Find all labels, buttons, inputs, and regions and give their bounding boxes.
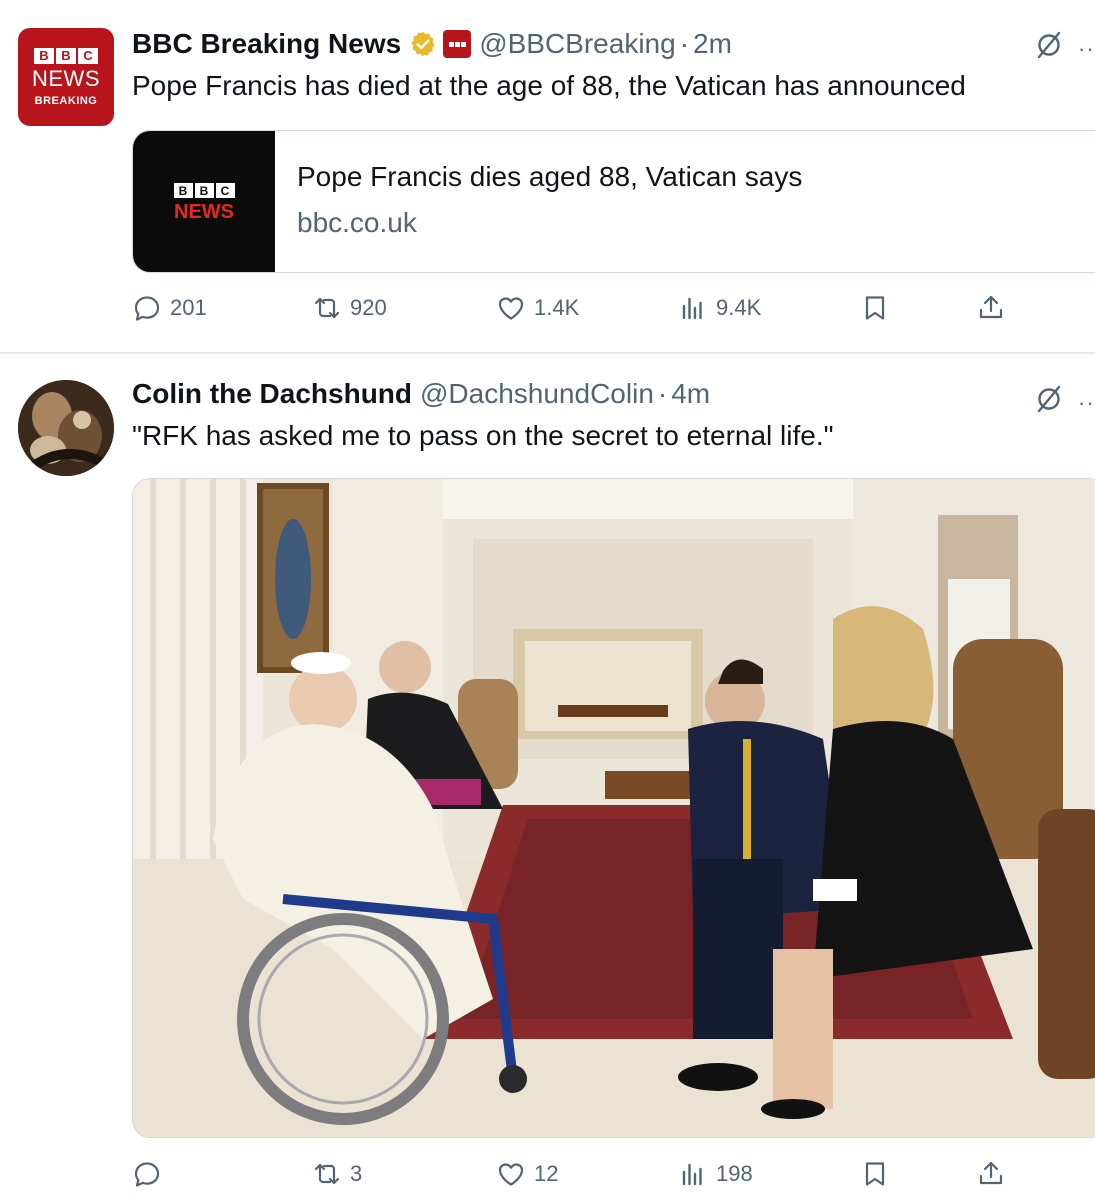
tweet-text: Pope Francis has died at the age of 88, … <box>132 70 966 101</box>
repost-icon <box>314 1163 340 1185</box>
author-name[interactable]: BBC Breaking News <box>132 28 401 60</box>
avatar[interactable] <box>18 380 114 476</box>
reply-button[interactable]: 201 <box>132 288 207 328</box>
card-thumbnail: B B C NEWS <box>133 131 275 272</box>
reply-icon <box>134 1162 160 1187</box>
link-card[interactable]: B B C NEWS Pope Francis dies aged 88, Va… <box>132 130 1095 273</box>
tweet-photo[interactable] <box>132 478 1095 1138</box>
repost-count: 920 <box>350 295 387 320</box>
views-icon <box>682 1163 702 1186</box>
tweet-colin[interactable]: Colin the Dachshund @DachshundColin · 4m… <box>0 354 1095 1200</box>
author-name[interactable]: Colin the Dachshund <box>132 378 412 410</box>
bookmark-button[interactable] <box>860 288 890 328</box>
grok-icon[interactable] <box>1034 30 1064 60</box>
action-bar: 201 920 1.4K 9.4K <box>0 288 1095 328</box>
separator: · <box>657 378 668 409</box>
bbc-block: B <box>194 183 214 198</box>
bookmark-button[interactable] <box>860 1154 890 1194</box>
timestamp[interactable]: 4m <box>671 378 710 410</box>
views-icon <box>682 297 702 320</box>
card-title: Pope Francis dies aged 88, Vatican says <box>297 161 803 192</box>
reply-button[interactable] <box>132 1154 170 1194</box>
repost-button[interactable]: 3 <box>312 1154 362 1194</box>
card-domain: bbc.co.uk <box>297 207 417 238</box>
repost-count: 3 <box>350 1161 363 1186</box>
like-count: 1.4K <box>534 295 580 320</box>
repost-icon <box>314 297 340 319</box>
reply-count: 201 <box>170 295 207 320</box>
timestamp[interactable]: 2m <box>693 28 732 60</box>
views-count: 198 <box>716 1161 753 1186</box>
like-icon <box>498 1163 524 1186</box>
bbc-block: B <box>56 47 76 64</box>
tweet-header: Colin the Dachshund @DachshundColin · 4m <box>132 374 710 414</box>
card-news-label: NEWS <box>174 201 234 223</box>
verified-gold-badge-icon[interactable] <box>409 30 437 58</box>
author-handle[interactable]: @DachshundColin <box>420 378 654 410</box>
bbc-block: C <box>78 47 98 64</box>
author-handle[interactable]: @BBCBreaking <box>479 28 676 60</box>
tweet-header: BBC Breaking News @BBCBreaking · 2m <box>132 24 732 64</box>
like-icon <box>498 297 524 320</box>
avatar-painting-image <box>18 380 114 476</box>
avatar[interactable]: B B C NEWS BREAKING <box>18 28 114 126</box>
bbc-logo-blocks: B B C <box>34 47 98 64</box>
tweet-bbc[interactable]: B B C NEWS BREAKING BBC Breaking News @B… <box>0 0 1095 352</box>
grok-icon[interactable] <box>1034 384 1064 414</box>
avatar-breaking-label: BREAKING <box>34 94 98 107</box>
more-icon[interactable]: ·· <box>1078 36 1095 62</box>
tweet-text: "RFK has asked me to pass on the secret … <box>132 420 834 451</box>
action-bar: 3 12 198 <box>0 1154 1095 1194</box>
bbc-block: B <box>173 183 193 198</box>
reply-icon <box>134 296 160 321</box>
share-icon <box>979 295 1003 319</box>
more-icon[interactable]: ·· <box>1078 390 1095 416</box>
bbc-block: C <box>215 183 235 198</box>
photo-pope-meeting-image <box>133 479 1095 1137</box>
share-button[interactable] <box>976 288 1006 328</box>
separator: · <box>679 28 690 59</box>
bbc-news-affiliate-icon[interactable] <box>443 30 472 58</box>
share-icon <box>979 1161 1003 1185</box>
bbc-logo-blocks: B B C <box>173 183 235 198</box>
like-count: 12 <box>534 1161 559 1186</box>
repost-button[interactable]: 920 <box>312 288 387 328</box>
views-button[interactable]: 9.4K <box>678 288 761 328</box>
bbc-block: B <box>34 47 54 64</box>
avatar-news-label: NEWS <box>32 65 100 91</box>
share-button[interactable] <box>976 1154 1006 1194</box>
like-button[interactable]: 12 <box>496 1154 558 1194</box>
bookmark-icon <box>865 1162 885 1186</box>
views-count: 9.4K <box>716 295 762 320</box>
like-button[interactable]: 1.4K <box>496 288 579 328</box>
bookmark-icon <box>865 296 885 320</box>
views-button[interactable]: 198 <box>678 1154 753 1194</box>
